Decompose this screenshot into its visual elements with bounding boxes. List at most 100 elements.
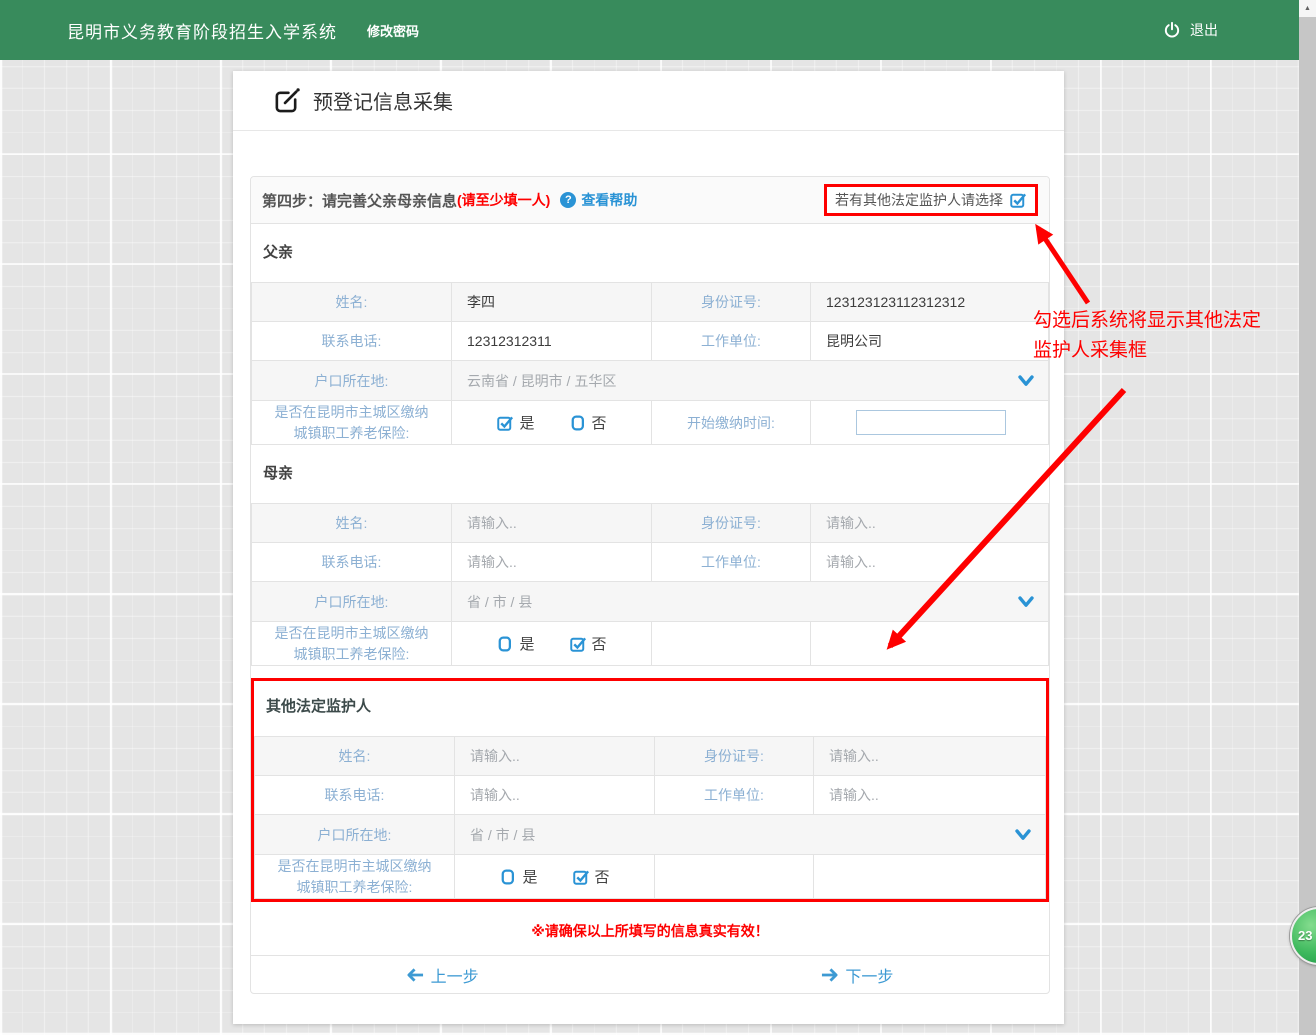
guardian-work-field[interactable]: 请输入.. — [814, 776, 1046, 815]
guardian-work-label: 工作单位: — [655, 776, 814, 815]
father-insurance-options: 是 否 — [452, 401, 652, 445]
page-title: 预登记信息采集 — [313, 86, 453, 115]
guardian-insurance-label: 是否在昆明市主城区缴纳城镇职工养老保险: — [255, 855, 455, 899]
mother-name-label: 姓名: — [252, 504, 452, 543]
guardian-empty-cell-2 — [814, 855, 1046, 899]
checkbox-checked-icon — [496, 414, 514, 432]
mother-insurance-yes[interactable]: 是 — [496, 633, 534, 654]
father-insurance-label: 是否在昆明市主城区缴纳城镇职工养老保险: — [252, 401, 452, 445]
other-guardian-toggle-label: 若有其他法定监护人请选择 — [835, 190, 1003, 210]
guardian-table: 姓名: 请输入.. 身份证号: 请输入.. 联系电话: 请输入.. 工作单位: … — [254, 736, 1046, 899]
annotation-text: 勾选后系统将显示其他法定 监护人采集框 — [1033, 306, 1261, 366]
mother-id-field[interactable]: 请输入.. — [811, 504, 1049, 543]
checkbox-checked-icon — [1009, 191, 1027, 209]
father-paytime-label: 开始缴纳时间: — [652, 401, 811, 445]
chevron-down-icon[interactable] — [1018, 375, 1034, 387]
father-residence-label: 户口所在地: — [252, 361, 452, 401]
app-title: 昆明市义务教育阶段招生入学系统 — [67, 18, 337, 43]
father-id-field[interactable]: 123123123112312312 — [811, 283, 1049, 322]
mother-insurance-label: 是否在昆明市主城区缴纳城镇职工养老保险: — [252, 622, 452, 666]
guardian-residence-label: 户口所在地: — [255, 815, 455, 855]
mother-section-title: 母亲 — [251, 445, 1049, 503]
vertical-scrollbar[interactable]: ▲ — [1299, 0, 1316, 1035]
badge-count: 23 — [1298, 928, 1312, 943]
card-title-bar: 预登记信息采集 — [233, 71, 1064, 131]
father-paytime-cell — [811, 401, 1049, 445]
mother-empty-cell-2 — [811, 622, 1049, 666]
mother-residence-value: 省 / 市 / 县 — [467, 592, 532, 612]
arrow-left-icon — [407, 968, 424, 982]
guardian-residence-select[interactable]: 省 / 市 / 县 — [455, 815, 1046, 855]
guardian-phone-field[interactable]: 请输入.. — [455, 776, 655, 815]
father-paytime-input[interactable] — [856, 410, 1006, 435]
checkbox-unchecked-icon — [496, 635, 514, 653]
floating-counter-badge[interactable]: 23 — [1290, 907, 1316, 965]
step-heading: 第四步：请完善父亲母亲信息 (请至少填一人) ? 查看帮助 若有其他法定监护人请… — [251, 177, 1049, 224]
guardian-residence-value: 省 / 市 / 县 — [470, 825, 535, 845]
logout-button[interactable]: 退出 — [1163, 20, 1218, 40]
father-work-field[interactable]: 昆明公司 — [811, 322, 1049, 361]
other-guardian-highlight-box: 其他法定监护人 姓名: 请输入.. 身份证号: 请输入.. 联系电话: 请输入.… — [251, 678, 1049, 902]
mother-insurance-options: 是 否 — [452, 622, 652, 666]
guardian-section: 其他法定监护人 姓名: 请输入.. 身份证号: 请输入.. 联系电话: 请输入.… — [254, 681, 1046, 899]
help-link[interactable]: 查看帮助 — [581, 190, 637, 210]
mother-insurance-no[interactable]: 否 — [569, 633, 607, 654]
logout-label: 退出 — [1190, 20, 1218, 40]
father-name-field[interactable]: 李四 — [452, 283, 652, 322]
mother-residence-select[interactable]: 省 / 市 / 县 — [452, 582, 1049, 622]
checkbox-unchecked-icon — [569, 414, 587, 432]
next-step-button[interactable]: 下一步 — [821, 963, 893, 987]
chevron-down-icon[interactable] — [1015, 829, 1031, 841]
other-guardian-toggle[interactable]: 若有其他法定监护人请选择 — [824, 184, 1038, 216]
wizard-footer: 上一步 下一步 — [251, 955, 1049, 993]
mother-name-field[interactable]: 请输入.. — [452, 504, 652, 543]
scrollbar-up-arrow[interactable]: ▲ — [1299, 0, 1316, 17]
mother-work-field[interactable]: 请输入.. — [811, 543, 1049, 582]
mother-id-label: 身份证号: — [652, 504, 811, 543]
checkbox-unchecked-icon — [499, 868, 517, 886]
annotation-line-1: 勾选后系统将显示其他法定 — [1033, 306, 1261, 336]
guardian-name-field[interactable]: 请输入.. — [455, 737, 655, 776]
step-note: (请至少填一人) — [457, 190, 550, 210]
father-insurance-yes[interactable]: 是 — [496, 412, 534, 433]
father-id-label: 身份证号: — [652, 283, 811, 322]
mother-residence-label: 户口所在地: — [252, 582, 452, 622]
form-panel: 第四步：请完善父亲母亲信息 (请至少填一人) ? 查看帮助 若有其他法定监护人请… — [250, 176, 1050, 994]
mother-table: 姓名: 请输入.. 身份证号: 请输入.. 联系电话: 请输入.. 工作单位: … — [251, 503, 1049, 666]
mother-empty-cell-1 — [652, 622, 811, 666]
guardian-id-label: 身份证号: — [655, 737, 814, 776]
main-card: 预登记信息采集 第四步：请完善父亲母亲信息 (请至少填一人) ? 查看帮助 若有… — [233, 71, 1064, 1024]
next-step-label: 下一步 — [845, 963, 893, 987]
guardian-empty-cell-1 — [655, 855, 814, 899]
guardian-insurance-no[interactable]: 否 — [572, 866, 610, 887]
mother-work-label: 工作单位: — [652, 543, 811, 582]
chevron-down-icon[interactable] — [1018, 596, 1034, 608]
checkbox-checked-icon — [572, 868, 590, 886]
guardian-name-label: 姓名: — [255, 737, 455, 776]
change-password-link[interactable]: 修改密码 — [367, 21, 419, 40]
mother-phone-field[interactable]: 请输入.. — [452, 543, 652, 582]
father-insurance-no[interactable]: 否 — [569, 412, 607, 433]
father-residence-value: 云南省 / 昆明市 / 五华区 — [467, 371, 616, 391]
father-section-title: 父亲 — [251, 224, 1049, 282]
top-bar: 昆明市义务教育阶段招生入学系统 修改密码 退出 — [0, 0, 1316, 60]
annotation-line-2: 监护人采集框 — [1033, 336, 1261, 366]
prev-step-button[interactable]: 上一步 — [407, 963, 479, 987]
father-name-label: 姓名: — [252, 283, 452, 322]
father-residence-select[interactable]: 云南省 / 昆明市 / 五华区 — [452, 361, 1049, 401]
help-icon: ? — [560, 192, 576, 208]
step-title: 第四步：请完善父亲母亲信息 — [262, 190, 457, 211]
power-icon — [1163, 21, 1181, 39]
father-work-label: 工作单位: — [652, 322, 811, 361]
father-table: 姓名: 李四 身份证号: 123123123112312312 联系电话: 12… — [251, 282, 1049, 445]
guardian-id-field[interactable]: 请输入.. — [814, 737, 1046, 776]
father-phone-label: 联系电话: — [252, 322, 452, 361]
guardian-phone-label: 联系电话: — [255, 776, 455, 815]
father-section: 父亲 姓名: 李四 身份证号: 123123123112312312 联系电话:… — [251, 224, 1049, 445]
guardian-insurance-yes[interactable]: 是 — [499, 866, 537, 887]
father-phone-field[interactable]: 12312312311 — [452, 322, 652, 361]
arrow-right-icon — [821, 968, 838, 982]
mother-phone-label: 联系电话: — [252, 543, 452, 582]
guardian-section-title: 其他法定监护人 — [254, 681, 1046, 736]
guardian-insurance-options: 是 否 — [455, 855, 655, 899]
